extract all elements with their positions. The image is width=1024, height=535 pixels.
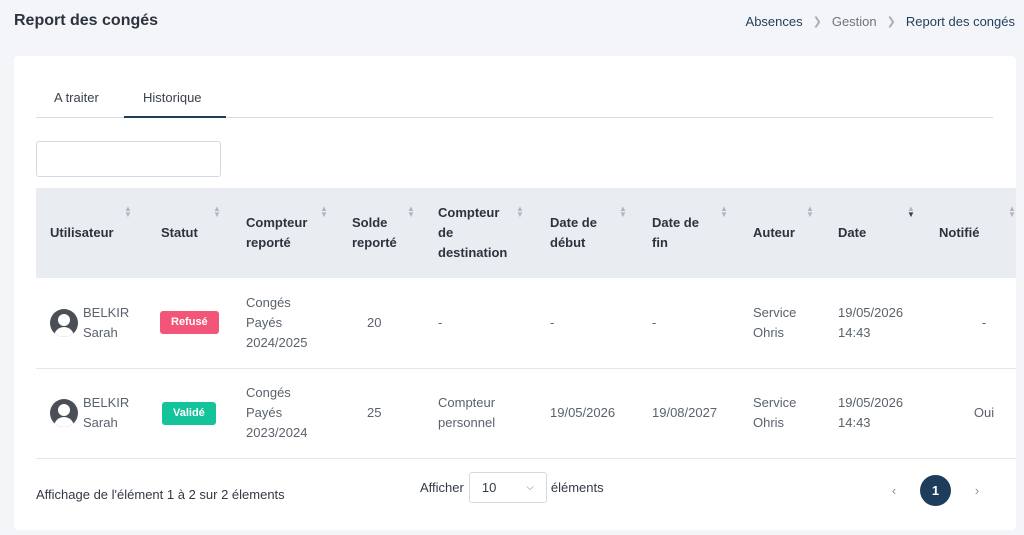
end-date: - [652, 314, 657, 330]
leave-report-table: Utilisateur ▲ ▼ Statut ▲ ▼ Compteur report… [36, 188, 1016, 459]
author-line-1: Service [753, 304, 797, 320]
counter-line-3: 2024/2025 [246, 334, 308, 350]
user-last-name: Sarah [83, 415, 118, 430]
sort-icon[interactable]: ▲ ▼ [619, 205, 627, 219]
sort-icon[interactable]: ▲ ▼ [407, 205, 415, 219]
column-header-compteur-destination[interactable]: Compteur de destination ▲ ▼ [418, 188, 530, 278]
notified-value: Oui [973, 405, 995, 420]
user-last-name: Sarah [83, 324, 118, 340]
sort-icon[interactable]: ▲ ▼ [124, 205, 132, 219]
column-header-date[interactable]: Date ▲ ▼ [819, 188, 920, 278]
date-line-1: 19/05/2026 [838, 395, 904, 410]
start-date: - [550, 314, 555, 330]
breadcrumb-gestion[interactable]: Gestion [832, 14, 877, 29]
content-card: A traiter Historique Utilisateur ▲ ▼ Stat… [14, 56, 1016, 530]
start-date: 19/05/2026 [550, 405, 616, 420]
counter-line-1: Congés [246, 385, 291, 400]
date-line-2: 14:43 [838, 415, 871, 430]
tab-historique[interactable]: Historique [143, 90, 202, 105]
page-button-current[interactable]: 1 [920, 475, 951, 506]
column-header-date-debut[interactable]: Date de début ▲ ▼ [530, 188, 632, 278]
active-tab-indicator [124, 116, 226, 118]
chevron-right-icon: ❯ [812, 16, 822, 28]
column-header-statut[interactable]: Statut ▲ ▼ [139, 188, 224, 278]
breadcrumb-absences[interactable]: Absences [746, 14, 803, 29]
column-header-compteur-reporte[interactable]: Compteur reporté ▲ ▼ [224, 188, 334, 278]
tab-a-traiter[interactable]: A traiter [54, 90, 99, 105]
author-line-2: Ohris [753, 415, 785, 430]
balance-value: 25 [367, 405, 382, 420]
breadcrumb: Absences ❯ Gestion ❯ Report des congés [746, 14, 1015, 29]
page-size-control: Afficher 10 ⌵ éléments [420, 472, 604, 503]
author-line-2: Ohris [753, 324, 785, 340]
avatar-icon [50, 399, 78, 427]
column-header-solde-reporte[interactable]: Solde reporté ▲ ▼ [334, 188, 418, 278]
table-row[interactable]: BELKIR Sarah Validé Congés Payés 2023/20… [36, 368, 1016, 458]
user-first-name: BELKIR [83, 395, 130, 410]
destination-line-2: personnel [438, 415, 496, 430]
counter-line-2: Payés [246, 405, 283, 420]
counter-line-2: Payés [246, 314, 283, 330]
chevron-down-icon: ⌵ [526, 482, 534, 493]
search-input[interactable] [36, 141, 221, 177]
breadcrumb-current: Report des congés [905, 14, 1015, 29]
table-header-row: Utilisateur ▲ ▼ Statut ▲ ▼ Compteur report… [36, 188, 1016, 278]
notified-value: - [981, 314, 987, 330]
previous-page-icon[interactable]: ‹ [888, 483, 900, 498]
column-header-auteur[interactable]: Auteur ▲ ▼ [733, 188, 819, 278]
sort-icon[interactable]: ▲ ▼ [720, 205, 728, 219]
destination-line-1: - [438, 314, 443, 330]
column-header-utilisateur[interactable]: Utilisateur ▲ ▼ [36, 188, 139, 278]
tab-bar: A traiter Historique [36, 80, 993, 118]
sort-icon[interactable]: ▲ ▼ [320, 205, 328, 219]
status-badge: Validé [162, 401, 216, 425]
pagination-info: Affichage de l'élément 1 à 2 sur 2 éleme… [36, 487, 285, 502]
user-first-name: BELKIR [83, 304, 130, 320]
sort-desc-icon[interactable]: ▲ ▼ [907, 205, 915, 219]
table-row[interactable]: BELKIR Sarah Refusé Congés Payés 2024/20… [36, 278, 1016, 368]
chevron-right-icon: ❯ [886, 16, 896, 28]
end-date: 19/08/2027 [652, 405, 718, 420]
user-cell: BELKIR Sarah [50, 393, 139, 433]
elements-label: éléments [550, 480, 604, 495]
balance-value: 20 [367, 314, 382, 330]
page-size-select[interactable]: 10 ⌵ [468, 472, 547, 503]
date-line-1: 19/05/2026 [838, 304, 904, 320]
page-size-value: 10 [481, 480, 497, 495]
avatar-icon [50, 308, 78, 337]
user-cell: BELKIR Sarah [50, 303, 139, 343]
column-header-notifie[interactable]: Notifié ▲ ▼ [920, 188, 1016, 278]
author-line-1: Service [753, 395, 797, 410]
sort-icon[interactable]: ▲ ▼ [1008, 205, 1016, 219]
sort-icon[interactable]: ▲ ▼ [213, 205, 221, 219]
next-page-icon[interactable]: › [971, 483, 983, 498]
page-title: Report des congés [14, 12, 159, 29]
show-label: Afficher [420, 480, 464, 495]
column-header-date-fin[interactable]: Date de fin ▲ ▼ [632, 188, 733, 278]
counter-line-3: 2023/2024 [246, 425, 308, 440]
sort-icon[interactable]: ▲ ▼ [806, 205, 814, 219]
counter-line-1: Congés [246, 294, 291, 310]
sort-icon[interactable]: ▲ ▼ [516, 205, 524, 219]
pagination: ‹ 1 › [888, 475, 983, 506]
destination-line-1: Compteur [438, 395, 496, 410]
date-line-2: 14:43 [838, 324, 871, 340]
status-badge: Refusé [160, 311, 219, 335]
